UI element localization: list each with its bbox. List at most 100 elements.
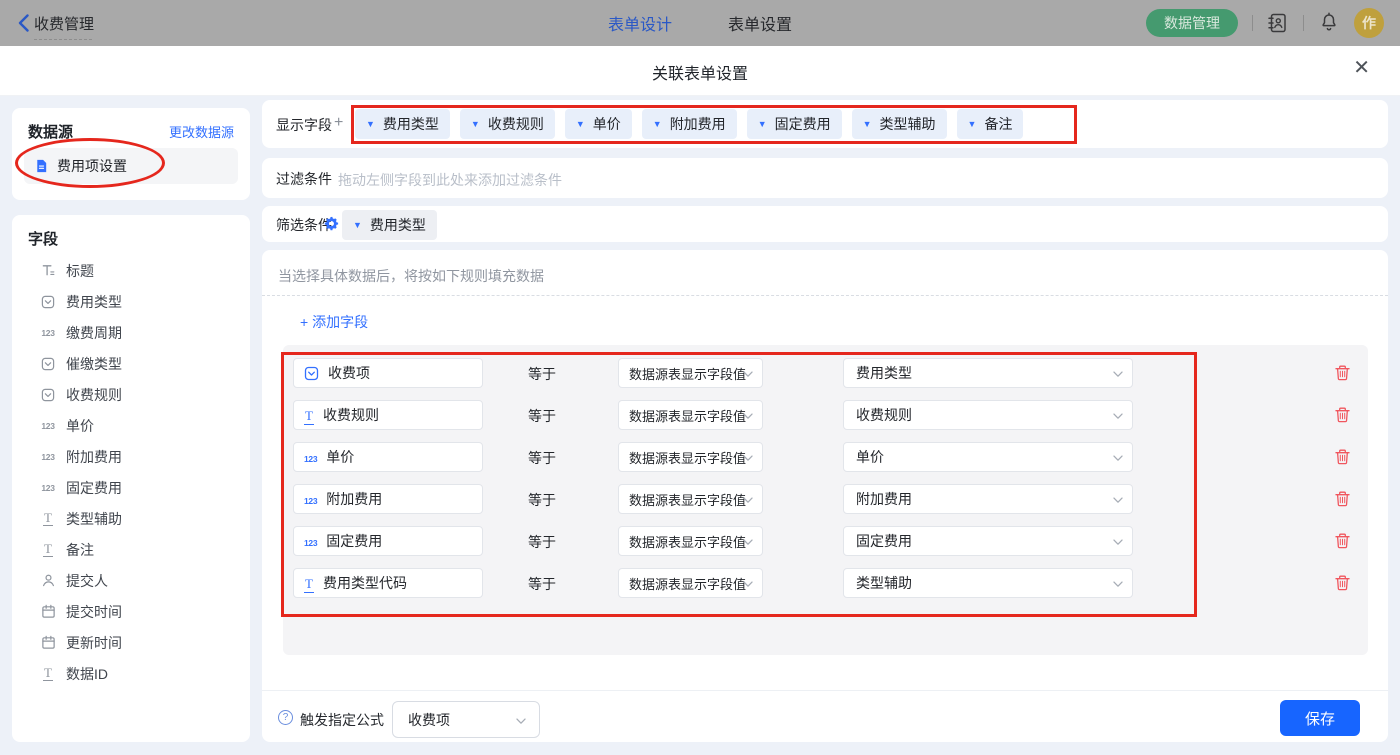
source-value-select[interactable]: 数据源表显示字段值 — [618, 442, 763, 472]
chevron-down-icon — [516, 718, 526, 725]
display-tag[interactable]: ▼收费规则 — [460, 109, 555, 139]
field-item[interactable]: 123单价 — [12, 410, 250, 441]
source-field-select[interactable]: 单价 — [843, 442, 1133, 472]
bell-icon[interactable] — [1318, 12, 1340, 34]
field-item[interactable]: T备注 — [12, 534, 250, 565]
trash-icon[interactable] — [1334, 405, 1351, 424]
display-tag[interactable]: ▼附加费用 — [642, 109, 737, 139]
trash-icon[interactable] — [1334, 489, 1351, 508]
source-field-select[interactable]: 固定费用 — [843, 526, 1133, 556]
rule-row: T费用类型代码 等于 数据源表显示字段值 类型辅助 — [283, 568, 1368, 598]
close-icon[interactable]: ✕ — [1353, 58, 1370, 78]
trigger-formula-label: 触发指定公式 — [300, 710, 384, 730]
display-tag[interactable]: ▼单价 — [565, 109, 632, 139]
tab-form-settings[interactable]: 表单设置 — [728, 11, 792, 35]
trigger-formula-select[interactable]: 收费项 — [392, 701, 540, 738]
source-field-select[interactable]: 收费规则 — [843, 400, 1133, 430]
caret-down-icon: ▼ — [653, 119, 662, 129]
rule-target-field[interactable]: 123固定费用 — [293, 526, 483, 556]
source-field-select[interactable]: 类型辅助 — [843, 568, 1133, 598]
field-item[interactable]: 费用类型 — [12, 286, 250, 317]
chevron-down-icon — [1113, 455, 1123, 462]
datasource-title: 数据源 — [28, 121, 73, 142]
select-icon — [40, 388, 56, 402]
rule-target-field[interactable]: 123附加费用 — [293, 484, 483, 514]
rule-target-field[interactable]: 123单价 — [293, 442, 483, 472]
gear-icon[interactable] — [324, 216, 339, 231]
save-button[interactable]: 保存 — [1280, 700, 1360, 736]
contacts-icon[interactable] — [1267, 12, 1289, 34]
trash-icon[interactable] — [1334, 447, 1351, 466]
display-tag[interactable]: ▼备注 — [957, 109, 1024, 139]
person-icon — [40, 573, 56, 588]
chevron-down-icon — [743, 455, 753, 462]
fields-card: 字段 标题 费用类型 123缴费周期 催缴类型 收费规则 123单价 123附加… — [12, 215, 250, 742]
rule-target-field[interactable]: 收费项 — [293, 358, 483, 388]
filter-dropzone[interactable]: 拖动左侧字段到此处来添加过滤条件 — [338, 170, 562, 190]
display-fields-label: 显示字段 — [276, 115, 332, 135]
tab-form-design[interactable]: 表单设计 — [608, 11, 672, 35]
display-tag[interactable]: ▼费用类型 — [355, 109, 450, 139]
number-icon: 123 — [304, 449, 317, 465]
caret-down-icon: ▼ — [576, 119, 585, 129]
number-icon: 123 — [40, 328, 56, 338]
field-item[interactable]: 123固定费用 — [12, 472, 250, 503]
source-value-select[interactable]: 数据源表显示字段值 — [618, 568, 763, 598]
chevron-down-icon — [1113, 413, 1123, 420]
help-icon[interactable]: ? — [278, 710, 293, 725]
chevron-down-icon — [743, 413, 753, 420]
add-display-field-button[interactable]: + — [334, 114, 343, 132]
fill-rules-card: 当选择具体数据后，将按如下规则填充数据 + 添加字段 收费项 等于 数据源表显示… — [262, 250, 1388, 742]
fields-title: 字段 — [28, 228, 58, 249]
rule-target-field[interactable]: T收费规则 — [293, 400, 483, 430]
rules-panel: 收费项 等于 数据源表显示字段值 费用类型 T收费规则 等于 数据源表显示字段值… — [283, 345, 1368, 655]
screen-condition-tag[interactable]: ▼费用类型 — [342, 210, 437, 240]
trash-icon[interactable] — [1334, 573, 1351, 592]
caret-down-icon: ▼ — [353, 220, 362, 230]
source-value-select[interactable]: 数据源表显示字段值 — [618, 526, 763, 556]
source-field-select[interactable]: 费用类型 — [843, 358, 1133, 388]
rule-target-field[interactable]: T费用类型代码 — [293, 568, 483, 598]
operator-label: 等于 — [528, 574, 556, 594]
source-value-select[interactable]: 数据源表显示字段值 — [618, 400, 763, 430]
divider — [1303, 15, 1304, 31]
operator-label: 等于 — [528, 448, 556, 468]
display-tag[interactable]: ▼固定费用 — [747, 109, 842, 139]
select-icon — [40, 357, 56, 371]
number-icon: 123 — [304, 533, 317, 549]
caret-down-icon: ▼ — [471, 119, 480, 129]
field-item[interactable]: 收费规则 — [12, 379, 250, 410]
app-topbar: 收费管理 表单设计 表单设置 数据管理 作 — [0, 0, 1400, 46]
source-value-select[interactable]: 数据源表显示字段值 — [618, 358, 763, 388]
display-field-tags: ▼费用类型 ▼收费规则 ▼单价 ▼附加费用 ▼固定费用 ▼类型辅助 ▼备注 — [355, 109, 1023, 139]
select-icon — [304, 366, 319, 381]
source-value-select[interactable]: 数据源表显示字段值 — [618, 484, 763, 514]
calendar-icon — [40, 604, 56, 619]
field-item[interactable]: 标题 — [12, 255, 250, 286]
change-datasource-link[interactable]: 更改数据源 — [169, 122, 234, 141]
field-item[interactable]: 提交时间 — [12, 596, 250, 627]
field-item[interactable]: 更新时间 — [12, 627, 250, 658]
chevron-down-icon — [743, 497, 753, 504]
field-item[interactable]: 123缴费周期 — [12, 317, 250, 348]
field-item[interactable]: 提交人 — [12, 565, 250, 596]
operator-label: 等于 — [528, 406, 556, 426]
field-item[interactable]: 123附加费用 — [12, 441, 250, 472]
field-item[interactable]: T数据ID — [12, 658, 250, 689]
operator-label: 等于 — [528, 364, 556, 384]
avatar[interactable]: 作 — [1354, 8, 1384, 38]
display-tag[interactable]: ▼类型辅助 — [852, 109, 947, 139]
chevron-down-icon — [743, 371, 753, 378]
field-item[interactable]: T类型辅助 — [12, 503, 250, 534]
modal-title: 关联表单设置 — [0, 60, 1400, 84]
caret-down-icon: ▼ — [863, 119, 872, 129]
trash-icon[interactable] — [1334, 531, 1351, 550]
chevron-down-icon — [743, 581, 753, 588]
data-manage-button[interactable]: 数据管理 — [1146, 9, 1238, 37]
chevron-down-icon — [1113, 371, 1123, 378]
source-field-select[interactable]: 附加费用 — [843, 484, 1133, 514]
trash-icon[interactable] — [1334, 363, 1351, 382]
datasource-item[interactable]: 费用项设置 — [24, 148, 238, 184]
field-item[interactable]: 催缴类型 — [12, 348, 250, 379]
add-field-link[interactable]: + 添加字段 — [300, 312, 368, 332]
